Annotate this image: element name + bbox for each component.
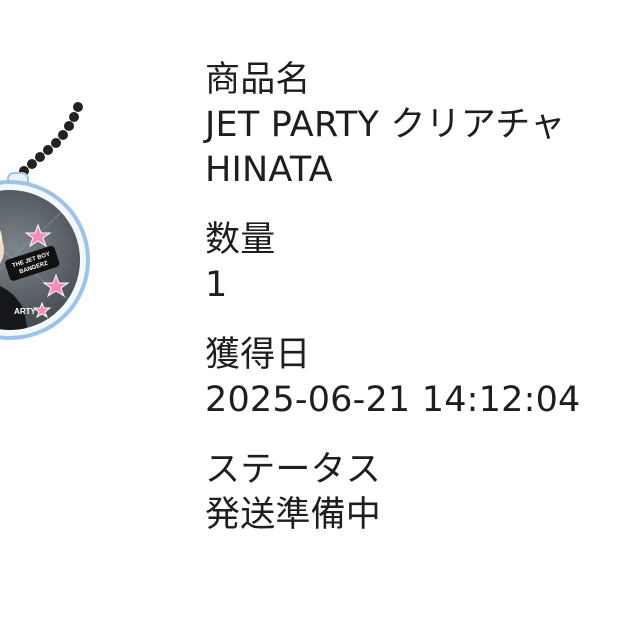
- ball-chain-icon: [19, 102, 83, 176]
- order-details: 商品名 JET PARTY クリアチャ HINATA 数量 1 獲得日 2025…: [205, 58, 624, 538]
- product-name-line1: JET PARTY クリアチャ: [205, 105, 566, 145]
- status-value: 発送準備中: [205, 495, 382, 535]
- acquired-date-field: 獲得日 2025-06-21 14:12:04: [205, 333, 624, 423]
- product-name-label: 商品名: [205, 60, 311, 100]
- acquired-date-label: 獲得日: [205, 335, 311, 375]
- product-name-line2: HINATA: [205, 150, 333, 190]
- svg-text:ARTY: ARTY: [14, 307, 36, 316]
- product-name-field: 商品名 JET PARTY クリアチャ HINATA: [205, 58, 624, 193]
- product-image[interactable]: THE JET BOY BANGERZ ARTY: [0, 95, 100, 340]
- status-label: ステータス: [205, 450, 382, 490]
- quantity-field: 数量 1: [205, 218, 624, 308]
- status-field: ステータス 発送準備中: [205, 448, 624, 538]
- quantity-label: 数量: [205, 220, 276, 260]
- order-detail-screen: THE JET BOY BANGERZ ARTY 商品名 JET PARTY ク…: [0, 0, 624, 624]
- acquired-date-value: 2025-06-21 14:12:04: [205, 380, 581, 420]
- quantity-value: 1: [205, 265, 228, 305]
